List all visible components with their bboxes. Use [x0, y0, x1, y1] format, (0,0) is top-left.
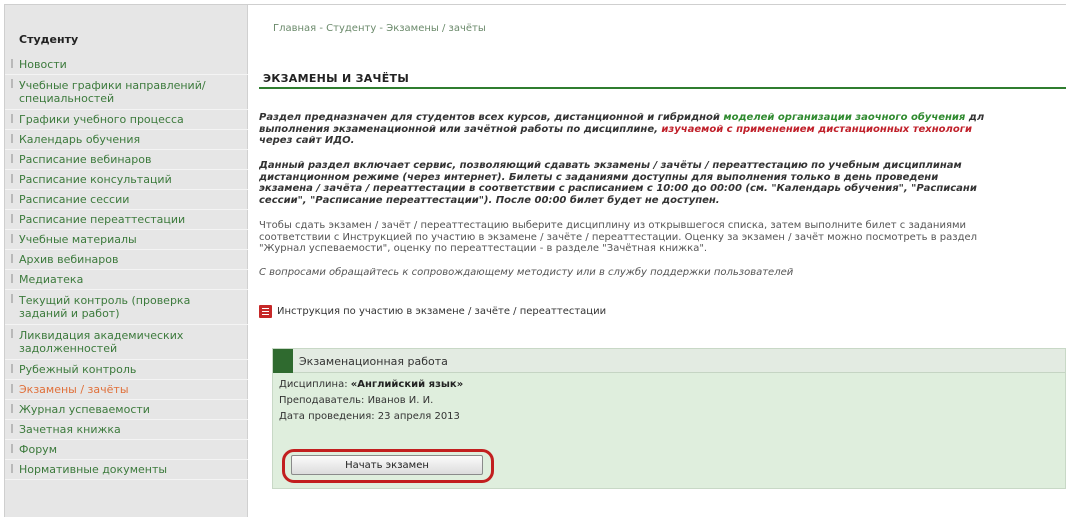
sidebar-item-curricula[interactable]: Учебные графики направлений/ специальнос…	[5, 75, 248, 110]
sidebar-item-midterm-control[interactable]: Рубежный контроль	[5, 360, 248, 380]
sidebar-title: Студенту	[19, 33, 79, 46]
sidebar-item-forum[interactable]: Форум	[5, 440, 248, 460]
service-text: дистанционном режиме (через интернет). Б…	[259, 171, 939, 183]
teacher-value: Иванов И. И.	[367, 395, 434, 406]
intro-text: Раздел предназначен для студентов всех к…	[259, 112, 724, 123]
start-exam-button[interactable]: Начать экзамен	[291, 455, 483, 475]
sidebar-menu: Новости Учебные графики направлений/ спе…	[5, 55, 248, 480]
sidebar-item-news[interactable]: Новости	[5, 55, 248, 75]
sidebar-item-calendar[interactable]: Календарь обучения	[5, 130, 248, 150]
sidebar-item-study-schedules[interactable]: Графики учебного процесса	[5, 110, 248, 130]
service-text: экзамена / зачёта / переаттестации в соо…	[259, 183, 977, 194]
intro-highlight-red: изучаемой с применением дистанционных те…	[661, 123, 972, 135]
breadcrumb-separator: -	[376, 23, 387, 34]
sidebar-item-exams[interactable]: Экзамены / зачёты	[5, 380, 248, 400]
sidebar-item-recertification-schedule[interactable]: Расписание переаттестации	[5, 210, 248, 230]
pdf-icon	[259, 305, 272, 318]
sidebar-item-record-book[interactable]: Зачетная книжка	[5, 420, 248, 440]
discipline-label: Дисциплина:	[279, 379, 351, 390]
sidebar-item-academic-debts[interactable]: Ликвидация академических задолженностей	[5, 325, 248, 360]
header-marker	[273, 349, 293, 373]
sidebar-item-gradebook-journal[interactable]: Журнал успеваемости	[5, 400, 248, 420]
sidebar-item-media-library[interactable]: Медиатека	[5, 270, 248, 290]
instructions-text: соответствии с Инструкцией по участию в …	[259, 231, 978, 243]
sidebar-item-regulations[interactable]: Нормативные документы	[5, 460, 248, 480]
service-text: сессии", "Расписание переаттестации"). П…	[259, 194, 720, 206]
main-content: Главная - Студенту - Экзамены / зачёты Э…	[249, 5, 1066, 517]
breadcrumb: Главная - Студенту - Экзамены / зачёты	[273, 23, 486, 34]
date-value: 23 апреля 2013	[377, 411, 460, 422]
instructions-paragraph: Чтобы сдать экзамен / зачёт / переаттест…	[259, 220, 1066, 255]
sidebar-item-webinar-schedule[interactable]: Расписание вебинаров	[5, 150, 248, 170]
instructions-text: "Журнал успеваемости", оценку по переатт…	[259, 243, 708, 254]
exam-discipline: Дисциплина: «Английский язык»	[279, 379, 463, 390]
instruction-link-label[interactable]: Инструкция по участию в экзамене / зачёт…	[277, 306, 606, 317]
exam-card-title: Экзаменационная работа	[299, 355, 448, 368]
exam-teacher: Преподаватель: Иванов И. И.	[279, 395, 433, 406]
instruction-link[interactable]: Инструкция по участию в экзамене / зачёт…	[259, 305, 606, 318]
instructions-text: Чтобы сдать экзамен / зачёт / переаттест…	[259, 220, 967, 231]
sidebar-item-current-control[interactable]: Текущий контроль (проверка заданий и раб…	[5, 290, 248, 325]
intro-text: через сайт ИДО.	[259, 135, 355, 146]
sidebar-item-session-schedule[interactable]: Расписание сессии	[5, 190, 248, 210]
intro-paragraph: Раздел предназначен для студентов всех к…	[259, 112, 1066, 147]
breadcrumb-home[interactable]: Главная	[273, 23, 316, 34]
exam-card-header: Экзаменационная работа	[273, 349, 1065, 373]
intro-text: выполнения экзаменационной или зачётной …	[259, 123, 662, 135]
intro-highlight-green: моделей организации заочного обучения	[723, 112, 966, 123]
title-divider	[259, 87, 1066, 89]
intro-text: дл	[965, 112, 985, 123]
sidebar-item-consultation-schedule[interactable]: Расписание консультаций	[5, 170, 248, 190]
app-frame: Студенту Новости Учебные графики направл…	[4, 4, 1066, 517]
support-paragraph: С вопросами обращайтесь к сопровождающем…	[259, 267, 794, 278]
breadcrumb-separator: -	[316, 23, 327, 34]
breadcrumb-section[interactable]: Студенту	[326, 23, 376, 34]
exam-date: Дата проведения: 23 апреля 2013	[279, 411, 460, 422]
sidebar-item-webinar-archive[interactable]: Архив вебинаров	[5, 250, 248, 270]
breadcrumb-current: Экзамены / зачёты	[386, 23, 486, 34]
page-title: ЭКЗАМЕНЫ И ЗАЧЁТЫ	[263, 72, 410, 85]
sidebar: Студенту Новости Учебные графики направл…	[5, 5, 248, 517]
date-label: Дата проведения:	[279, 411, 378, 422]
teacher-label: Преподаватель:	[279, 395, 368, 406]
exam-card: Экзаменационная работа Дисциплина: «Англ…	[272, 348, 1066, 489]
sidebar-item-materials[interactable]: Учебные материалы	[5, 230, 248, 250]
discipline-value: «Английский язык»	[350, 379, 464, 390]
service-paragraph: Данный раздел включает сервис, позволяющ…	[259, 160, 1066, 206]
service-text: Данный раздел включает сервис, позволяющ…	[259, 160, 962, 171]
